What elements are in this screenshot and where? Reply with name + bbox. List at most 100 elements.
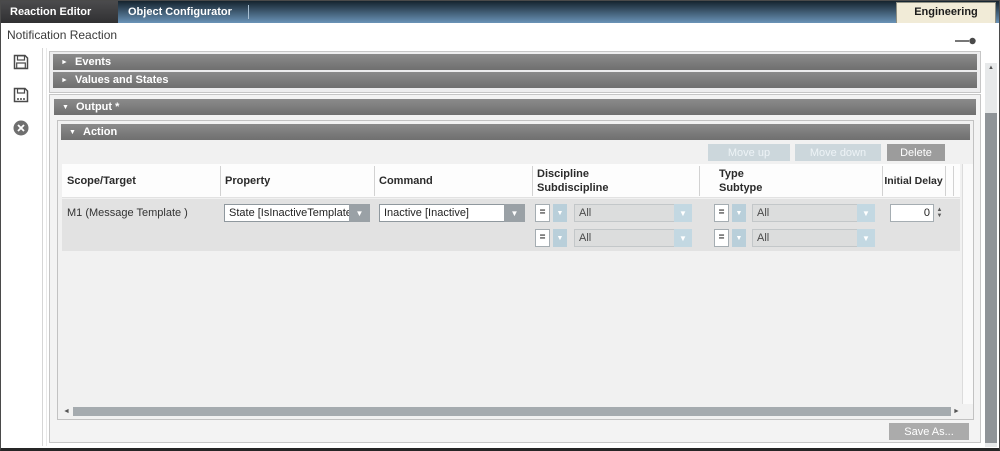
delete-button[interactable]: Delete [887, 144, 945, 161]
subdiscipline-value: All [574, 229, 674, 247]
column-header-type: Type Subtype [719, 167, 762, 195]
chevron-down-icon[interactable]: ▼ [857, 229, 875, 247]
panel-header-events[interactable]: ► Events [53, 54, 977, 70]
subdiscipline-dropdown[interactable]: All ▼ [574, 229, 692, 247]
scope-target-cell: M1 (Message Template ) [67, 207, 188, 219]
column-divider [532, 166, 533, 196]
action-table: Scope/Target Property Command Discipline… [62, 164, 960, 404]
column-header-command: Command [379, 164, 433, 198]
panel-action-label: Action [83, 126, 117, 138]
horizontal-scrollbar-thumb[interactable] [73, 407, 951, 416]
subdiscipline-operator-dropdown[interactable]: = ▼ [535, 229, 567, 247]
expanded-arrow-icon: ▼ [62, 104, 76, 111]
column-header-initial-delay: Initial Delay [884, 164, 943, 198]
top-tab-bar: Reaction Editor Object Configurator Engi… [1, 1, 999, 23]
column-divider [699, 166, 700, 196]
column-header-discipline: Discipline Subdiscipline [537, 167, 609, 195]
subtype-operator-value: = [714, 229, 729, 247]
type-header-label: Type [719, 168, 744, 180]
chevron-down-icon[interactable]: ▼ [674, 204, 692, 222]
type-operator-value: = [714, 204, 729, 222]
chevron-down-icon[interactable]: ▼ [349, 204, 370, 222]
panel-output-label: Output * [76, 101, 119, 113]
subtype-operator-dropdown[interactable]: = ▼ [714, 229, 746, 247]
discipline-dropdown[interactable]: All ▼ [574, 204, 692, 222]
pin-icon[interactable] [955, 32, 977, 40]
vertical-scrollbar-thumb[interactable] [985, 113, 997, 443]
tab-reaction-editor-label: Reaction Editor [10, 6, 91, 18]
chevron-down-icon[interactable]: ▼ [553, 204, 567, 222]
tab-object-configurator-label: Object Configurator [128, 6, 232, 18]
main-vertical-scrollbar[interactable]: ▲ [985, 63, 997, 447]
table-header-row: Scope/Target Property Command Discipline… [62, 164, 960, 198]
panel-header-output[interactable]: ▼ Output * [54, 99, 976, 115]
column-divider [945, 166, 946, 196]
tab-object-configurator[interactable]: Object Configurator [119, 1, 232, 23]
discipline-header-label: Discipline [537, 168, 589, 180]
type-dropdown[interactable]: All ▼ [752, 204, 875, 222]
output-panel-group: ▼ Output * ▼ Action Move up Move down De… [49, 94, 981, 443]
type-value: All [752, 204, 857, 222]
property-dropdown-value: State [IsInactiveTemplate] [224, 204, 349, 222]
action-section: ▼ Action Move up Move down Delete Scope/… [57, 120, 974, 420]
save-button[interactable] [12, 53, 30, 71]
subtype-dropdown[interactable]: All ▼ [752, 229, 875, 247]
chevron-down-icon[interactable]: ▼ [504, 204, 525, 222]
pane-splitter-highlight [46, 48, 47, 446]
subdiscipline-header-label: Subdiscipline [537, 182, 609, 194]
page-title: Notification Reaction [7, 28, 117, 42]
column-divider [220, 166, 221, 196]
panel-header-values-states[interactable]: ► Values and States [53, 72, 977, 88]
chevron-down-icon[interactable]: ▼ [732, 204, 746, 222]
subdiscipline-operator-value: = [535, 229, 550, 247]
discipline-operator-dropdown[interactable]: = ▼ [535, 204, 567, 222]
table-row: M1 (Message Template ) State [IsInactive… [62, 199, 960, 251]
table-vertical-scrollbar[interactable] [962, 164, 973, 404]
scroll-left-icon[interactable]: ◄ [63, 406, 71, 417]
move-up-button[interactable]: Move up [708, 144, 790, 161]
initial-delay-spinner: ▲ ▼ [890, 204, 945, 222]
save-icon [12, 59, 30, 74]
chevron-down-icon[interactable]: ▼ [674, 229, 692, 247]
command-dropdown-value: Inactive [Inactive] [379, 204, 504, 222]
close-circle-icon [12, 125, 30, 140]
discard-button[interactable] [12, 119, 30, 137]
discipline-value: All [574, 204, 674, 222]
save-as-button[interactable] [12, 86, 30, 104]
subtype-value: All [752, 229, 857, 247]
scroll-up-icon[interactable]: ▲ [985, 63, 997, 73]
column-divider [374, 166, 375, 196]
collapsed-arrow-icon: ► [61, 59, 75, 66]
pane-splitter[interactable] [42, 48, 43, 446]
save-as-dialog-button[interactable]: Save As... [889, 423, 969, 440]
property-dropdown[interactable]: State [IsInactiveTemplate] ▼ [224, 204, 370, 222]
scroll-right-icon[interactable]: ► [953, 406, 961, 417]
expanded-arrow-icon: ▼ [69, 129, 83, 136]
spinner-down-icon[interactable]: ▼ [937, 213, 943, 219]
initial-delay-input[interactable] [890, 204, 934, 222]
panel-events-label: Events [75, 56, 111, 68]
chevron-down-icon[interactable]: ▼ [857, 204, 875, 222]
tab-divider [248, 5, 249, 19]
type-operator-dropdown[interactable]: = ▼ [714, 204, 746, 222]
panel-values-states-label: Values and States [75, 74, 169, 86]
panel-header-action[interactable]: ▼ Action [61, 124, 970, 140]
column-header-scope-target: Scope/Target [67, 164, 136, 198]
chevron-down-icon[interactable]: ▼ [732, 229, 746, 247]
save-as-icon [12, 92, 30, 107]
tab-engineering[interactable]: Engineering [896, 2, 996, 23]
column-divider [953, 166, 954, 196]
collapsed-arrow-icon: ► [61, 77, 75, 84]
title-bar: Notification Reaction [1, 23, 999, 47]
tab-reaction-editor[interactable]: Reaction Editor [1, 1, 118, 23]
tab-engineering-label: Engineering [914, 6, 978, 18]
discipline-operator-value: = [535, 204, 550, 222]
command-dropdown[interactable]: Inactive [Inactive] ▼ [379, 204, 525, 222]
column-header-property: Property [225, 164, 270, 198]
column-divider [882, 166, 883, 196]
chevron-down-icon[interactable]: ▼ [553, 229, 567, 247]
spinner-buttons: ▲ ▼ [934, 204, 945, 222]
move-down-button[interactable]: Move down [795, 144, 881, 161]
upper-panel-group: ► Events ► Values and States [49, 51, 981, 93]
horizontal-scrollbar[interactable]: ◄ ► [63, 406, 961, 417]
